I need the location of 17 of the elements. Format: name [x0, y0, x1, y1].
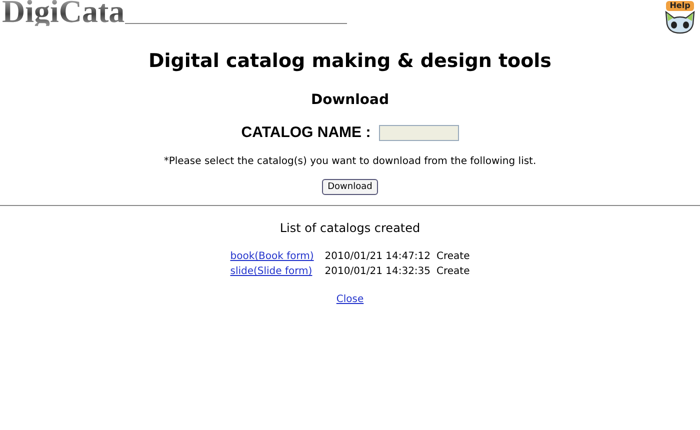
logo: DigiCata: [0, 0, 125, 26]
close-link[interactable]: Close: [336, 294, 364, 305]
section-title: Download: [310, 92, 390, 108]
action-cell-text: Create: [436, 250, 471, 264]
page-title: Digital catalog making & design tools: [148, 50, 552, 72]
download-button[interactable]: Download: [322, 179, 378, 195]
instruction-text: *Please select the catalog(s) you want to download from the following list.: [164, 156, 536, 167]
input-field[interactable]: [378, 124, 459, 140]
date-cell-text: 2010/01/21 14:47:12: [324, 250, 432, 264]
field-label: CATALOG NAME :: [241, 124, 371, 141]
date-cell-text: 2010/01/21 14:32:35: [324, 265, 432, 279]
catalog-link[interactable]: slide(Slide form): [230, 266, 312, 277]
cat-icon[interactable]: [663, 10, 697, 34]
catalog-link[interactable]: book(Book form): [230, 251, 314, 262]
list-heading: List of catalogs created: [280, 221, 420, 235]
help-button[interactable]: Help: [662, 1, 698, 40]
action-cell-text: Create: [436, 265, 471, 279]
